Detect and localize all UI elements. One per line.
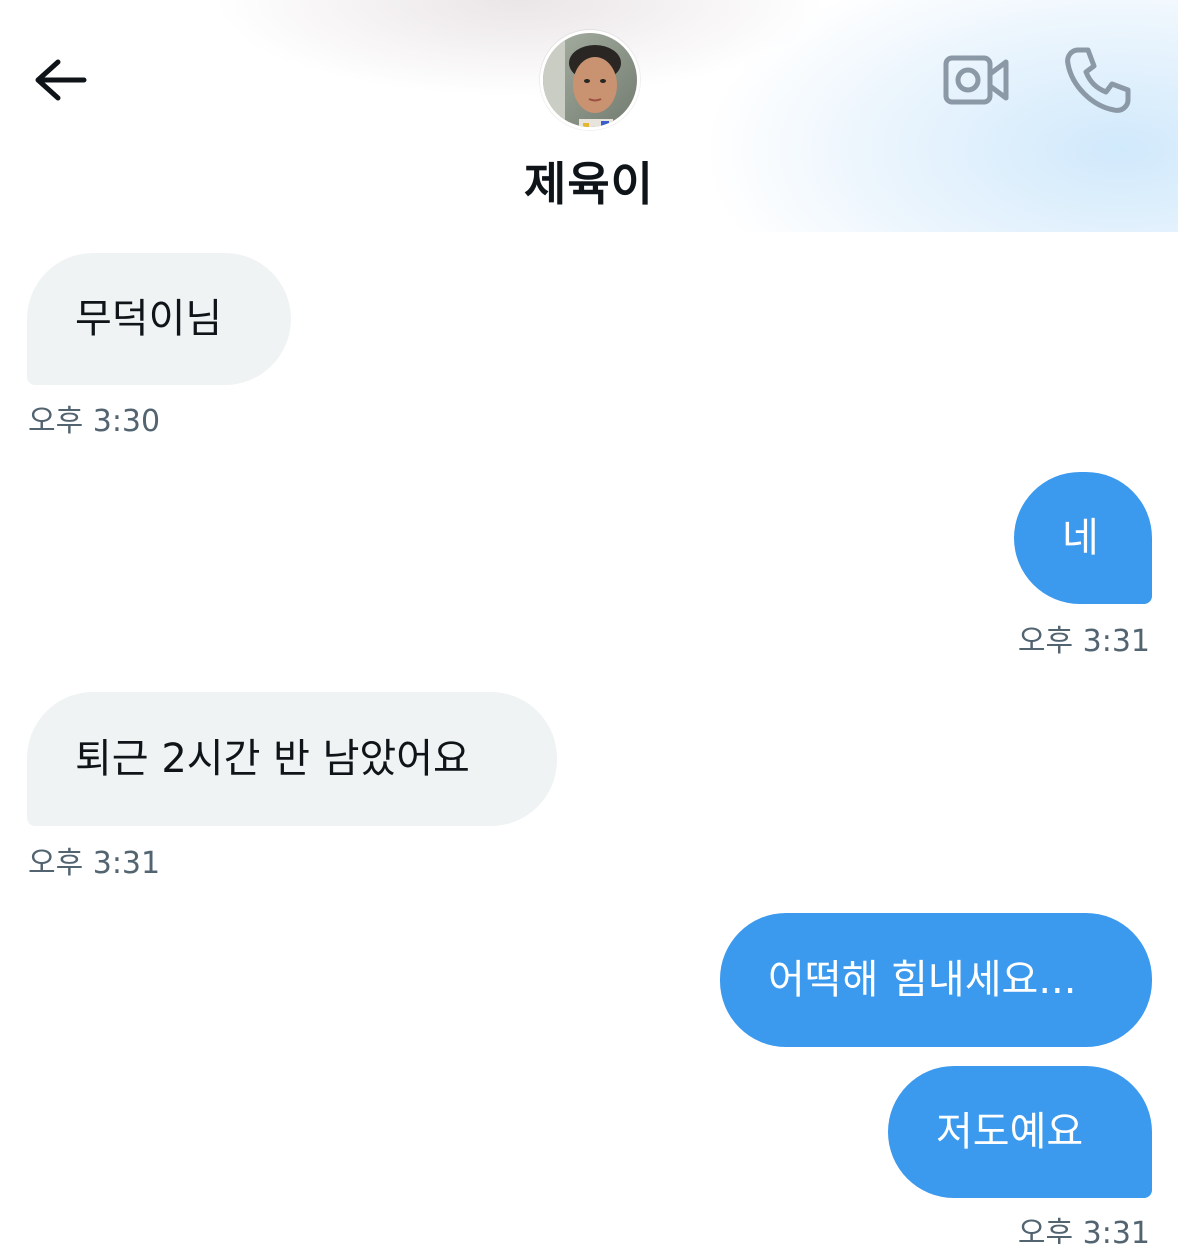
video-call-button[interactable] bbox=[938, 44, 1014, 116]
phone-icon bbox=[1065, 47, 1131, 113]
dm-conversation-screen: 제육이 무덕이님 오후 3:30 네 오후 3:31 퇴근 2시간 반 남았어요… bbox=[0, 0, 1178, 1244]
contact-name[interactable]: 제육이 bbox=[0, 148, 1178, 214]
back-button[interactable] bbox=[28, 50, 92, 114]
voice-call-button[interactable] bbox=[1056, 40, 1136, 120]
avatar-photo bbox=[543, 33, 637, 127]
message-timestamp: 오후 3:31 bbox=[28, 846, 161, 881]
video-camera-icon bbox=[943, 55, 1009, 105]
conversation-header: 제육이 bbox=[0, 0, 1178, 232]
contact-avatar[interactable] bbox=[540, 30, 640, 130]
message-timestamp: 오후 3:31 bbox=[1017, 624, 1150, 659]
message-bubble-outgoing[interactable]: 저도예요 bbox=[888, 1066, 1152, 1198]
message-bubble-outgoing[interactable]: 어떡해 힘내세요... bbox=[720, 913, 1152, 1047]
message-bubble-outgoing[interactable]: 네 bbox=[1014, 472, 1152, 604]
message-bubble-incoming[interactable]: 무덕이님 bbox=[27, 253, 291, 385]
message-bubble-incoming[interactable]: 퇴근 2시간 반 남았어요 bbox=[27, 692, 557, 826]
arrow-left-icon bbox=[35, 59, 87, 101]
message-timestamp: 오후 3:30 bbox=[28, 404, 161, 439]
message-timestamp: 오후 3:31 bbox=[1017, 1216, 1150, 1244]
